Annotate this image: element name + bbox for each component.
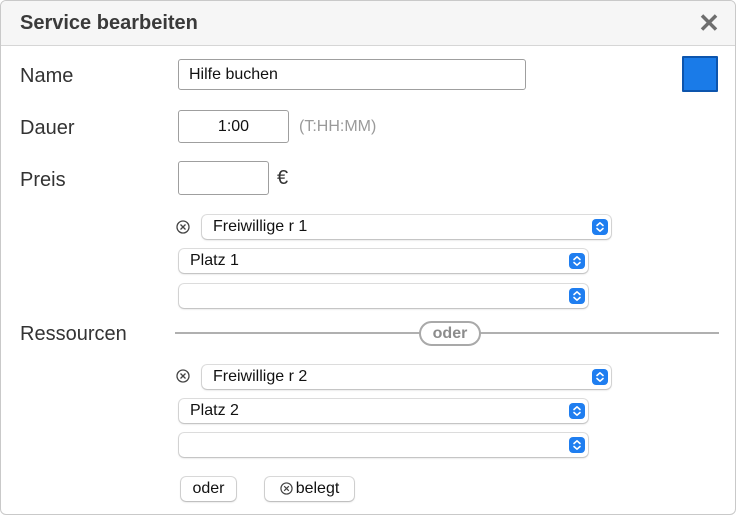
price-input[interactable]: [178, 161, 269, 195]
chevron-up-down-icon: [592, 369, 608, 385]
color-picker-swatch[interactable]: [682, 56, 718, 92]
duration-format-hint: (T:HH:MM): [299, 118, 377, 135]
busy-button-label: belegt: [295, 480, 340, 497]
place-select-1-value: Platz 1: [190, 252, 239, 269]
chevron-up-down-icon: [569, 288, 585, 304]
place-select-2[interactable]: Platz 2: [179, 399, 588, 423]
busy-button[interactable]: belegt: [265, 477, 354, 501]
close-icon[interactable]: ✕: [697, 10, 721, 36]
resource-select-1-value: Freiwillige r 1: [213, 218, 308, 235]
resource-select-2-value: Freiwillige r 2: [213, 368, 308, 385]
duration-input[interactable]: [178, 110, 289, 143]
chevron-up-down-icon: [569, 253, 585, 269]
circle-x-icon[interactable]: [176, 369, 190, 383]
place-select-2-value: Platz 2: [190, 402, 239, 419]
chevron-up-down-icon: [569, 437, 585, 453]
circle-x-icon: [280, 482, 293, 495]
circle-x-icon[interactable]: [176, 220, 190, 234]
duration-label: Dauer: [20, 117, 75, 139]
name-label: Name: [20, 65, 74, 87]
or-separator-badge: oder: [419, 321, 481, 346]
chevron-up-down-icon: [569, 403, 585, 419]
add-or-button[interactable]: oder: [181, 477, 236, 501]
extra-select-1[interactable]: [179, 284, 588, 308]
dialog-title: Service bearbeiten: [20, 12, 198, 34]
currency-symbol: €: [277, 167, 289, 189]
resources-label: Ressourcen: [20, 323, 127, 345]
place-select-1[interactable]: Platz 1: [179, 249, 588, 273]
price-label: Preis: [20, 169, 66, 191]
resource-select-1[interactable]: Freiwillige r 1: [202, 215, 611, 239]
name-input[interactable]: [178, 59, 526, 90]
chevron-up-down-icon: [592, 219, 608, 235]
resource-select-2[interactable]: Freiwillige r 2: [202, 365, 611, 389]
service-edit-dialog: Service bearbeiten ✕ Name Dauer (T:HH:MM…: [0, 0, 736, 515]
dialog-titlebar: Service bearbeiten ✕: [1, 1, 735, 46]
extra-select-2[interactable]: [179, 433, 588, 457]
